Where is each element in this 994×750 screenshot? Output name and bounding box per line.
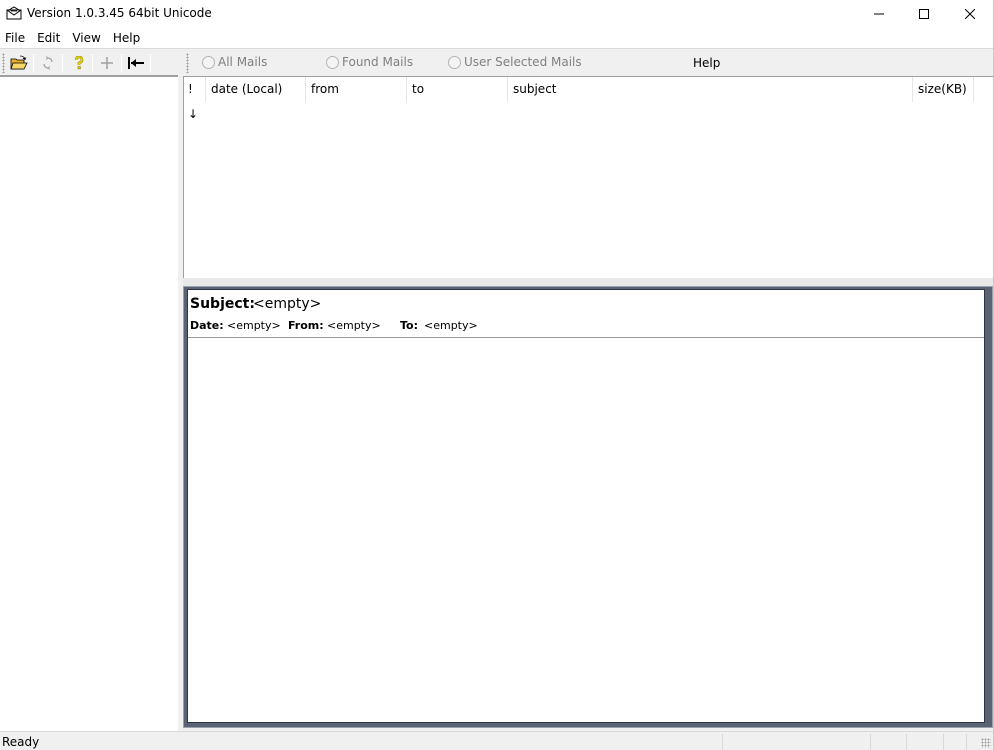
radio-user-selected-mails[interactable]: User Selected Mails [448, 55, 582, 69]
minimize-button[interactable] [856, 0, 902, 28]
to-label: To: [400, 319, 418, 332]
resize-grip[interactable] [981, 738, 991, 748]
menu-edit[interactable]: Edit [31, 28, 66, 48]
collapse-button[interactable] [125, 53, 147, 73]
app-window: Version 1.0.3.45 64bit Unicode File Edit… [0, 0, 994, 750]
radio-all-mails-label: All Mails [218, 55, 268, 69]
radio-all-mails[interactable]: All Mails [202, 55, 267, 69]
radio-found-mails[interactable]: Found Mails [326, 55, 413, 69]
status-panel [943, 734, 944, 750]
mail-list[interactable]: ! ↓ date (Local) from to subject size(KB… [183, 76, 993, 278]
radio-found-mails-label: Found Mails [342, 55, 414, 69]
preview-header: Subject: <empty> Date: <empty> From: <em… [188, 290, 984, 338]
filter-toolbar: All Mails Found Mails User Selected Mail… [183, 50, 993, 76]
column-header-flag[interactable]: ! ↓ [184, 77, 206, 121]
status-panel [966, 734, 967, 750]
radio-circle [202, 55, 215, 69]
help-question-icon [74, 56, 84, 70]
radio-user-selected-mails-label: User Selected Mails [464, 55, 582, 69]
subject-label: Subject: [190, 296, 255, 312]
close-icon [965, 9, 975, 19]
menu-help[interactable]: Help [107, 28, 146, 48]
date-label: Date: [190, 319, 224, 332]
date-value: <empty> [227, 319, 281, 332]
status-text: Ready [2, 735, 40, 749]
toolbar-separator [150, 54, 151, 72]
close-button[interactable] [947, 0, 993, 28]
status-bar: Ready [0, 731, 993, 750]
minimize-icon [874, 13, 884, 15]
menu-bar: File Edit View Help [0, 28, 993, 48]
maximize-button[interactable] [901, 0, 947, 28]
radio-circle [326, 55, 339, 69]
from-value: <empty> [327, 319, 381, 332]
column-header-date[interactable]: date (Local) [206, 77, 306, 102]
toolbar-separator [62, 54, 63, 72]
mail-list-header: ! ↓ date (Local) from to subject size(KB… [184, 77, 993, 121]
add-icon [101, 57, 113, 69]
toolbar-grip[interactable] [2, 53, 5, 73]
horizontal-splitter[interactable] [183, 278, 993, 286]
mail-app-icon [6, 6, 22, 20]
toolbar-grip[interactable] [186, 53, 189, 73]
subject-value: <empty> [253, 296, 322, 312]
folder-tree-pane[interactable] [0, 76, 178, 731]
collapse-left-icon [128, 57, 144, 69]
refresh-button[interactable] [37, 53, 59, 73]
toolbar-separator [33, 54, 34, 72]
radio-circle [448, 55, 461, 69]
column-header-from[interactable]: from [306, 77, 407, 102]
column-header-size[interactable]: size(KB) [913, 77, 974, 102]
main-toolbar [0, 50, 178, 76]
mail-preview[interactable]: Subject: <empty> Date: <empty> From: <em… [187, 289, 985, 723]
toolbar-separator [92, 54, 93, 72]
maximize-icon [919, 9, 929, 19]
open-folder-icon [10, 55, 28, 70]
menu-file[interactable]: File [0, 28, 31, 48]
toolbar-separator [121, 54, 122, 72]
from-label: From: [288, 319, 324, 332]
column-header-subject[interactable]: subject [508, 77, 913, 102]
open-button[interactable] [8, 53, 30, 73]
refresh-icon [43, 56, 53, 70]
status-panel [722, 734, 723, 750]
status-panel [906, 734, 907, 750]
menu-view[interactable]: View [66, 28, 106, 48]
title-bar: Version 1.0.3.45 64bit Unicode [0, 0, 993, 28]
window-title: Version 1.0.3.45 64bit Unicode [27, 6, 212, 20]
preview-frame: Subject: <empty> Date: <empty> From: <em… [183, 286, 993, 728]
help-button[interactable] [68, 53, 90, 73]
help-link[interactable]: Help [693, 56, 720, 70]
status-panel [870, 734, 871, 750]
toolbar-row: All Mails Found Mails User Selected Mail… [0, 48, 993, 76]
add-button[interactable] [96, 53, 118, 73]
to-value: <empty> [424, 319, 478, 332]
column-header-to[interactable]: to [407, 77, 508, 102]
